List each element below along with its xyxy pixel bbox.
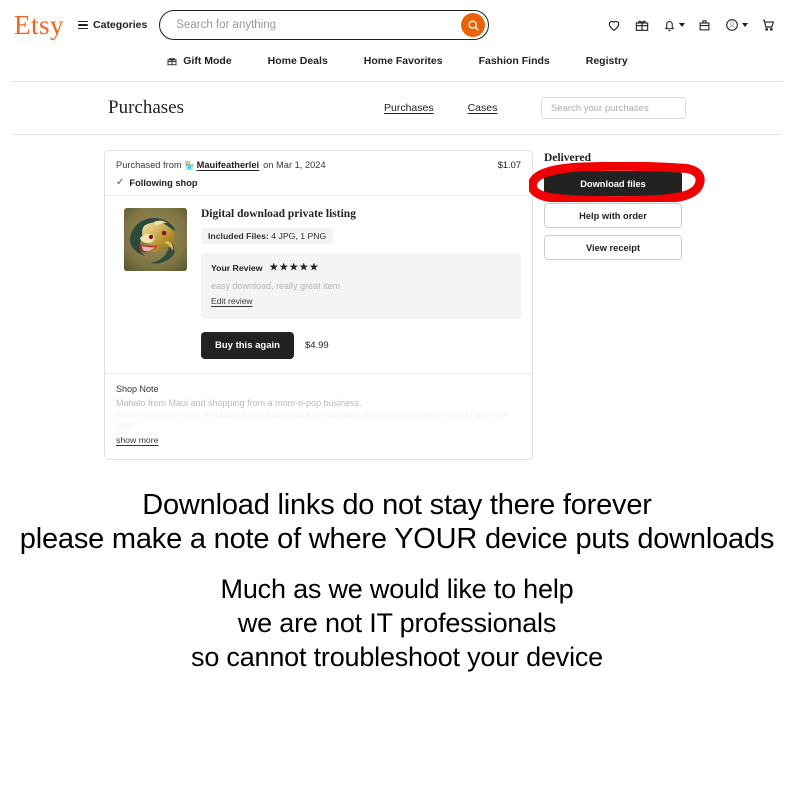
review-header: Your Review ★★★★★ (211, 262, 511, 273)
message-group-2: Much as we would like to help we are not… (0, 573, 794, 674)
help-with-order-button[interactable]: Help with order (544, 203, 682, 228)
message-line: Much as we would like to help (220, 574, 574, 605)
included-files-label: Included Files: (208, 231, 269, 241)
nav-label: Fashion Finds (478, 55, 550, 67)
bell-icon (664, 20, 675, 31)
listing-details: Digital download private listing Include… (201, 208, 521, 359)
message-line: so cannot troubleshoot your device (191, 641, 603, 672)
message-line: please make a note of where YOUR device … (19, 523, 775, 556)
shop-note-section: Shop Note Mahalo from Maui and shopping … (105, 374, 532, 459)
buy-again-price: $4.99 (304, 340, 329, 351)
nav-label: Registry (585, 55, 628, 67)
gifts-icon[interactable] (634, 17, 650, 33)
dragon-artwork-image (124, 208, 187, 271)
download-files-button[interactable]: Download files (544, 171, 682, 196)
purchases-search-box[interactable] (541, 97, 686, 119)
shop-manager-icon[interactable] (697, 18, 712, 33)
gift-icon (635, 20, 649, 31)
chevron-down-icon (742, 23, 748, 27)
gift-icon (167, 58, 177, 66)
order-date: on Mar 1, 2024 (263, 160, 326, 170)
purchased-from-label: Purchased from (116, 160, 182, 170)
order-status-label: Delivered (544, 152, 592, 164)
purchases-content: Purchased from 🏪 Mauifeatherlei on Mar 1… (0, 135, 794, 460)
listing-thumbnail[interactable] (124, 208, 187, 271)
favorites-icon[interactable] (606, 17, 622, 33)
view-receipt-button[interactable]: View receipt (544, 235, 682, 260)
buy-again-row: Buy this again $4.99 (201, 332, 521, 359)
etsy-logo[interactable]: Etsy (14, 11, 78, 39)
following-shop-row[interactable]: ✓ Following shop (116, 177, 521, 188)
heart-icon (608, 20, 620, 32)
show-more-link[interactable]: show more (116, 435, 159, 445)
your-review-box: Your Review ★★★★★ easy download, really … (201, 253, 521, 319)
hamburger-icon (78, 21, 89, 29)
nav-item-home-deals[interactable]: Home Deals (268, 55, 328, 67)
nav-item-fashion-finds[interactable]: Fashion Finds (479, 55, 550, 67)
nav-item-registry[interactable]: Registry (586, 55, 628, 67)
nav-item-gift-mode[interactable]: Gift Mode (166, 55, 232, 67)
check-icon: ✓ (116, 177, 125, 188)
shopping-cart-icon (763, 19, 775, 31)
account-circle-icon (726, 19, 738, 31)
shop-name-link[interactable]: Mauifeatherlei (197, 160, 260, 170)
mailbox-icon (699, 19, 710, 30)
review-text: easy download, really great item (211, 281, 341, 291)
nav-label: Gift Mode (183, 55, 232, 67)
page-title: Purchases (108, 97, 184, 118)
shop-note-line-2: Please leave positive feedback if you ha… (116, 410, 508, 430)
message-line: we are not IT professionals (237, 608, 557, 639)
included-files-value: 4 JPG, 1 PNG (271, 231, 327, 241)
following-shop-label: Following shop (129, 177, 198, 188)
listing-title[interactable]: Digital download private listing (201, 208, 521, 220)
your-review-label: Your Review (211, 262, 263, 273)
purchases-tabs: Purchases Cases (384, 102, 497, 114)
nav-label: Home Deals (267, 55, 328, 67)
edit-review-link[interactable]: Edit review (211, 296, 253, 306)
purchases-search-input[interactable] (549, 101, 685, 115)
purchases-header-bar: Purchases Purchases Cases (0, 82, 794, 134)
header-icon-group (606, 17, 780, 33)
cart-icon[interactable] (760, 17, 776, 33)
site-header: Etsy Categories (0, 0, 794, 50)
global-search-bar[interactable] (159, 10, 490, 40)
chevron-down-icon (679, 23, 685, 27)
nav-item-home-favorites[interactable]: Home Favorites (364, 55, 443, 67)
search-icon (468, 20, 479, 31)
categories-button[interactable]: Categories (78, 19, 159, 31)
bottom-message: Download links do not stay there forever… (0, 488, 794, 675)
tab-cases[interactable]: Cases (468, 102, 498, 114)
star-rating: ★★★★★ (269, 262, 320, 273)
search-input[interactable] (174, 18, 462, 32)
tab-purchases[interactable]: Purchases (384, 102, 434, 114)
account-icon[interactable] (724, 17, 748, 33)
order-actions-sidebar: Delivered Download files Help with order… (529, 150, 705, 267)
order-total: $1.07 (497, 160, 521, 170)
message-line: Download links do not stay there forever (142, 489, 652, 521)
included-files-badge: Included Files: 4 JPG, 1 PNG (201, 228, 334, 244)
buy-this-again-button[interactable]: Buy this again (201, 332, 294, 359)
order-card: Purchased from 🏪 Mauifeatherlei on Mar 1… (104, 150, 533, 460)
order-card-body: Digital download private listing Include… (105, 196, 532, 374)
order-card-header: Purchased from 🏪 Mauifeatherlei on Mar 1… (105, 151, 532, 196)
shop-icon: 🏪 (184, 161, 195, 170)
secondary-nav: Gift Mode Home Deals Home Favorites Fash… (0, 50, 794, 76)
search-submit-button[interactable] (461, 13, 486, 37)
shop-note-line-1: Mahalo from Maui and shopping from a mom… (116, 398, 362, 408)
categories-label: Categories (93, 19, 148, 31)
message-group-1: Download links do not stay there forever… (0, 488, 794, 556)
notifications-icon[interactable] (662, 18, 685, 33)
nav-label: Home Favorites (363, 55, 443, 67)
shop-note-title: Shop Note (116, 384, 159, 394)
purchased-from-line: Purchased from 🏪 Mauifeatherlei on Mar 1… (116, 160, 521, 170)
